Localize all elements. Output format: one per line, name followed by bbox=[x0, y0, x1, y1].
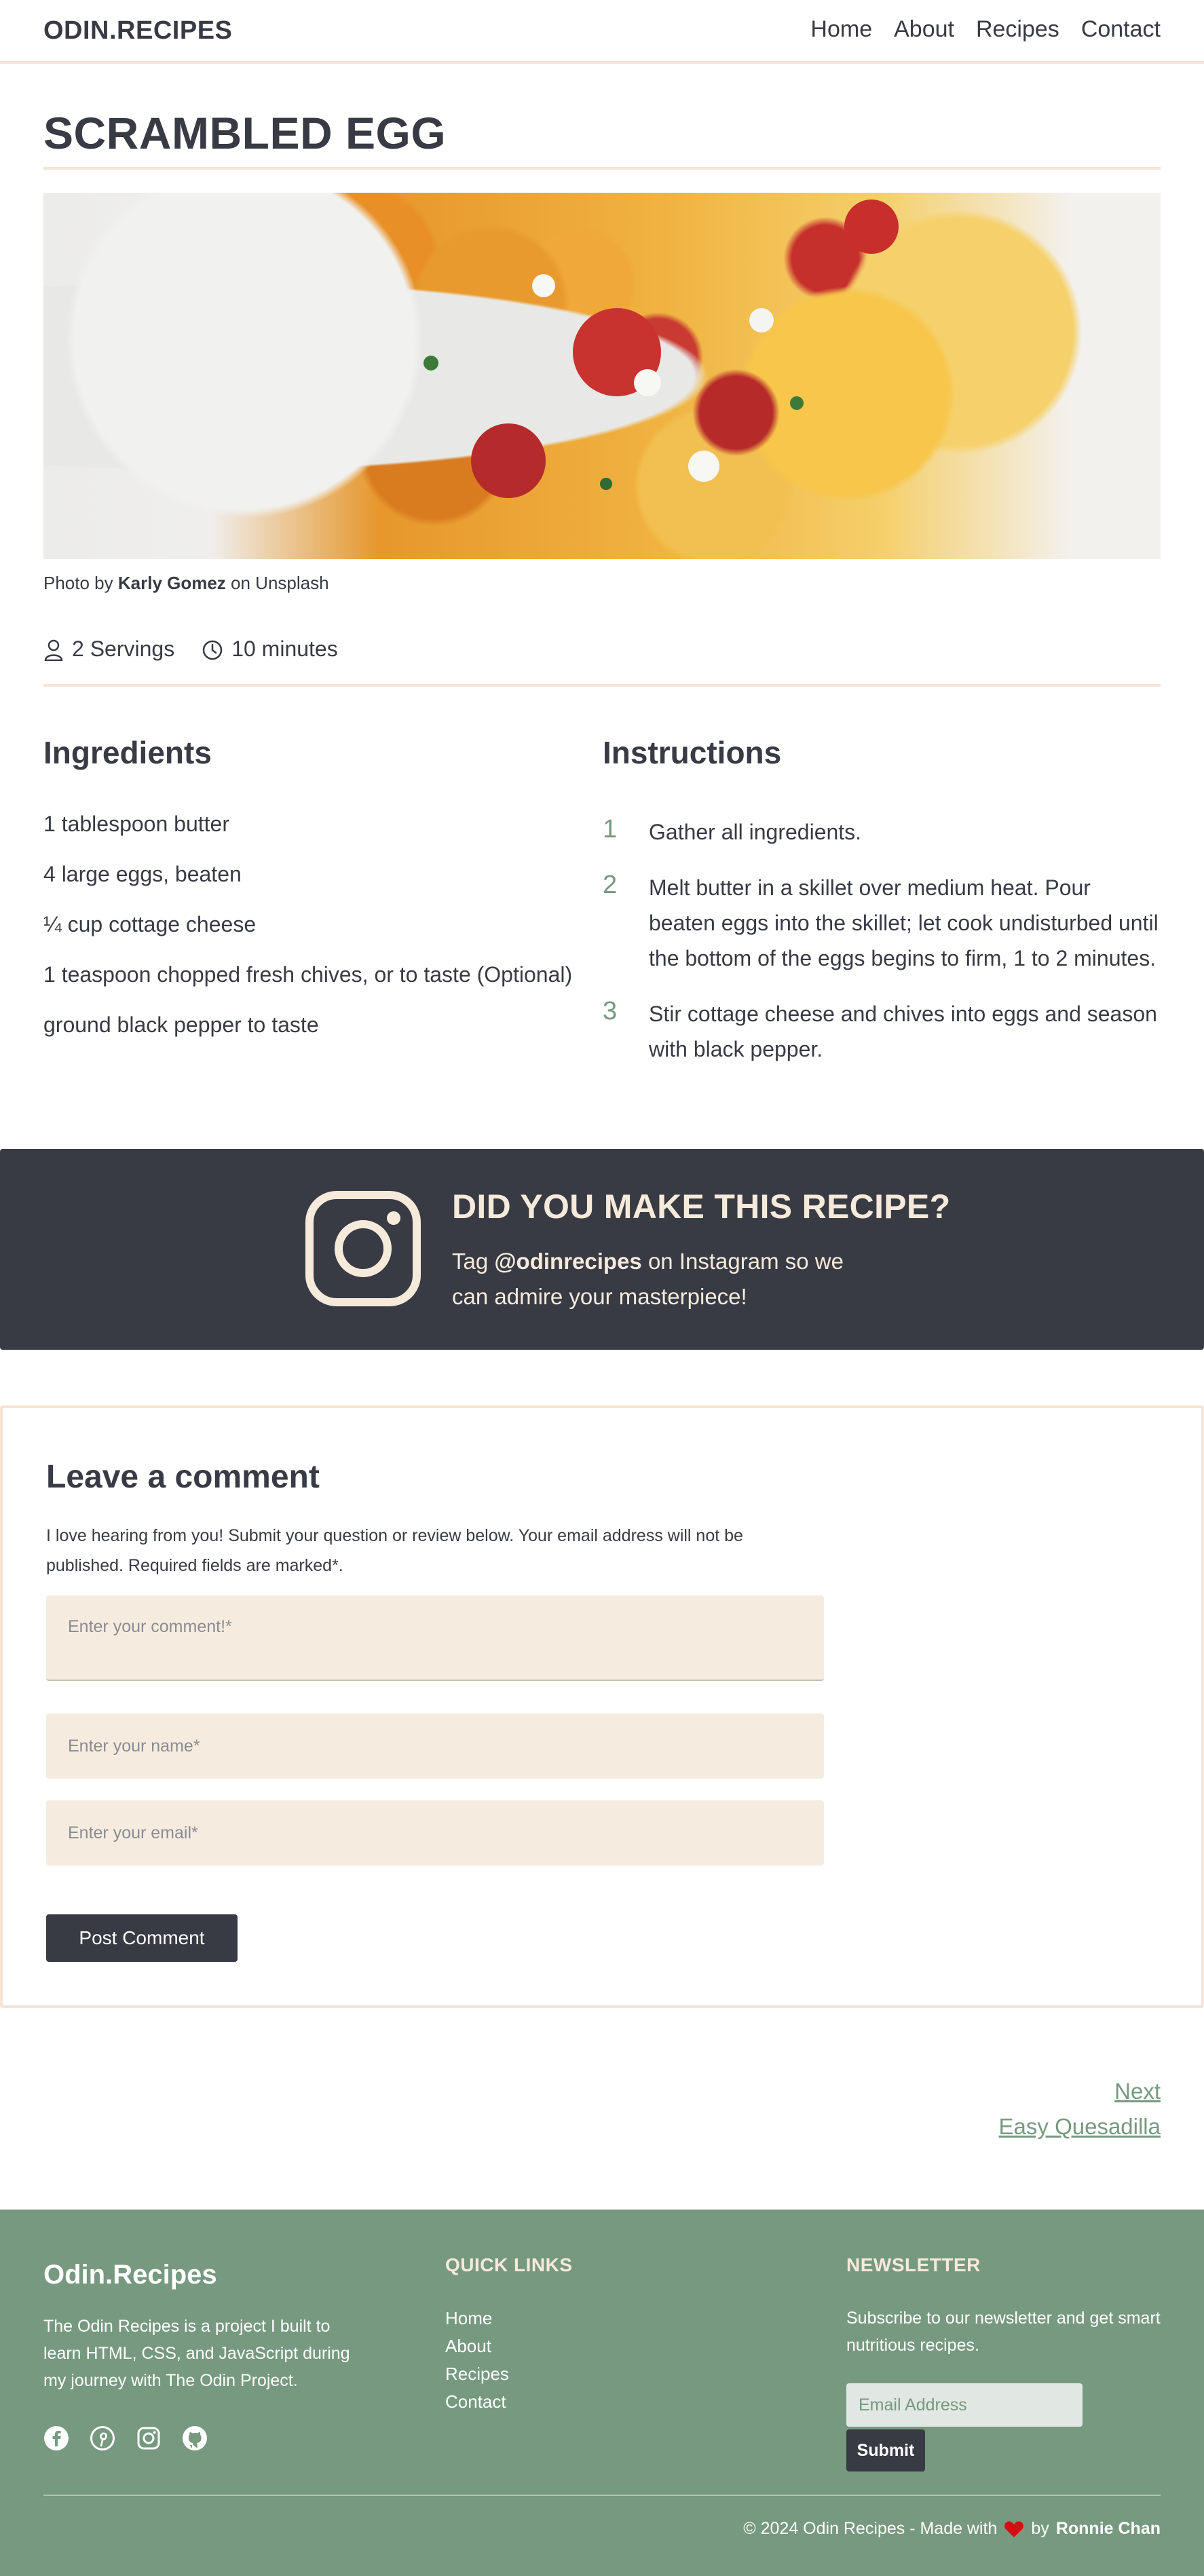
photographer-name[interactable]: Karly Gomez bbox=[118, 573, 226, 593]
step-number: 3 bbox=[603, 997, 618, 1025]
next-recipe-title: Easy Quesadilla bbox=[998, 2114, 1161, 2139]
time-info: 10 minutes bbox=[202, 637, 338, 684]
instruction-step: 2 Melt butter in a skillet over medium h… bbox=[603, 870, 1161, 976]
banner-heading: DID YOU MAKE THIS RECIPE? bbox=[452, 1188, 951, 1226]
ingredient-item: ¼ cup cottage cheese bbox=[43, 912, 257, 936]
newsletter-text: Subscribe to our newsletter and get smar… bbox=[846, 2309, 1161, 2355]
nav-link-recipes[interactable]: Recipes bbox=[976, 16, 1059, 43]
main-nav: Home About Recipes Contact bbox=[810, 16, 1161, 43]
author-name[interactable]: Ronnie Chan bbox=[1056, 2519, 1161, 2539]
copyright: © 2024 Odin Recipes - Made with by Ronni… bbox=[743, 2519, 1161, 2539]
cheese-shape bbox=[688, 451, 719, 482]
step-number: 1 bbox=[603, 815, 618, 844]
social-links bbox=[43, 2425, 208, 2451]
comment-textarea[interactable] bbox=[46, 1595, 824, 1681]
site-footer: Odin.Recipes The Odin Recipes is a proje… bbox=[0, 2210, 1204, 2576]
comment-section: Leave a comment I love hearing from you!… bbox=[0, 1405, 1204, 2008]
newsletter-heading: NEWSLETTER bbox=[846, 2254, 981, 2275]
footer-about: The Odin Recipes is a project I built to… bbox=[43, 2317, 350, 2390]
instruction-step: 1 Gather all ingredients. bbox=[603, 814, 1161, 850]
ingredients-heading: Ingredients bbox=[43, 735, 212, 770]
footer-link-recipes[interactable]: Recipes bbox=[445, 2360, 509, 2388]
herb-shape bbox=[600, 478, 612, 490]
cheese-shape bbox=[634, 369, 661, 396]
herb-shape bbox=[790, 396, 804, 410]
instagram-banner: DID YOU MAKE THIS RECIPE? Tag @odinrecip… bbox=[0, 1149, 1204, 1350]
step-text: Melt butter in a skillet over medium hea… bbox=[649, 875, 1159, 970]
instructions-heading: Instructions bbox=[603, 735, 782, 770]
site-header: ODIN.RECIPES Home About Recipes Contact bbox=[0, 0, 1204, 64]
instagram-icon[interactable] bbox=[136, 2425, 162, 2451]
caption-suffix: on Unsplash bbox=[225, 573, 329, 593]
ingredients-list: 1 tablespoon butter 4 large eggs, beaten… bbox=[43, 812, 586, 1063]
cheese-shape bbox=[532, 274, 555, 297]
name-field[interactable] bbox=[46, 1713, 824, 1779]
quick-links-list: Home About Recipes Contact bbox=[445, 2305, 509, 2416]
heart-icon bbox=[1004, 2521, 1024, 2537]
footer-brand: Odin.Recipes bbox=[43, 2260, 217, 2290]
github-icon[interactable] bbox=[182, 2425, 208, 2451]
ingredient-item: ground black pepper to taste bbox=[43, 1012, 319, 1037]
newsletter-email-input[interactable] bbox=[846, 2383, 1083, 2427]
quick-links-heading: QUICK LINKS bbox=[445, 2254, 573, 2275]
footer-link-about[interactable]: About bbox=[445, 2332, 509, 2360]
time-text: 10 minutes bbox=[231, 637, 338, 661]
nav-link-contact[interactable]: Contact bbox=[1081, 16, 1161, 43]
footer-link-home[interactable]: Home bbox=[445, 2305, 509, 2332]
herb-shape bbox=[424, 356, 438, 371]
servings-text: 2 Servings bbox=[72, 637, 175, 661]
cheese-shape bbox=[749, 308, 774, 333]
facebook-icon[interactable] bbox=[43, 2425, 69, 2451]
ingredient-item: 1 teaspoon chopped fresh chives, or to t… bbox=[43, 962, 573, 987]
copyright-by: by bbox=[1031, 2519, 1049, 2538]
title-section: SCRAMBLED EGG bbox=[43, 107, 1161, 170]
person-icon bbox=[44, 639, 63, 661]
caption-prefix: Photo by bbox=[43, 573, 118, 593]
newsletter-submit-button[interactable]: Submit bbox=[846, 2429, 925, 2471]
banner-text: Tag @odinrecipes on Instagram so we can … bbox=[452, 1244, 873, 1314]
step-text: Stir cottage cheese and chives into eggs… bbox=[649, 1002, 1157, 1061]
instructions-list: 1 Gather all ingredients. 2 Melt butter … bbox=[603, 814, 1161, 1087]
tomato-shape bbox=[471, 423, 546, 498]
instruction-step: 3 Stir cottage cheese and chives into eg… bbox=[603, 996, 1161, 1067]
recipe-meta: 2 Servings 10 minutes bbox=[43, 637, 1161, 687]
nav-link-about[interactable]: About bbox=[894, 16, 954, 43]
instagram-icon bbox=[305, 1191, 421, 1306]
banner-text-prefix: Tag bbox=[452, 1249, 495, 1274]
copyright-text: © 2024 Odin Recipes - Made with bbox=[743, 2519, 998, 2538]
email-field[interactable] bbox=[46, 1800, 824, 1865]
comment-intro: I love hearing from you! Submit your que… bbox=[46, 1526, 743, 1575]
tomato-shape bbox=[844, 200, 899, 254]
next-label: Next bbox=[1114, 2079, 1161, 2104]
nav-link-home[interactable]: Home bbox=[810, 16, 872, 43]
step-number: 2 bbox=[603, 871, 618, 899]
ingredient-item: 4 large eggs, beaten bbox=[43, 862, 242, 886]
step-text: Gather all ingredients. bbox=[649, 820, 862, 844]
recipe-title: SCRAMBLED EGG bbox=[43, 108, 447, 158]
recipe-hero-image bbox=[43, 193, 1161, 559]
pinterest-icon[interactable] bbox=[90, 2425, 115, 2451]
instagram-handle: @odinrecipes bbox=[494, 1249, 642, 1274]
clock-icon bbox=[202, 640, 223, 660]
servings-info: 2 Servings bbox=[43, 637, 174, 684]
site-logo[interactable]: ODIN.RECIPES bbox=[43, 16, 232, 45]
footer-divider bbox=[43, 2495, 1161, 2496]
next-recipe-link[interactable]: Next Easy Quesadilla bbox=[999, 2074, 1161, 2144]
ingredient-item: 1 tablespoon butter bbox=[43, 812, 229, 836]
post-comment-button[interactable]: Post Comment bbox=[46, 1914, 238, 1962]
footer-link-contact[interactable]: Contact bbox=[445, 2388, 509, 2416]
photo-caption: Photo by Karly Gomez on Unsplash bbox=[43, 573, 329, 594]
comment-heading: Leave a comment bbox=[46, 1459, 320, 1495]
